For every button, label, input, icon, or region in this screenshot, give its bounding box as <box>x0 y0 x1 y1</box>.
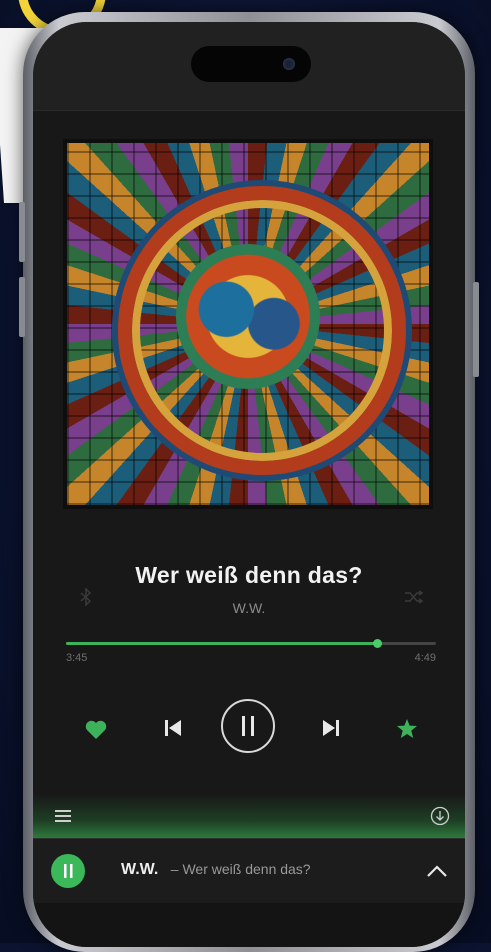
play-pause-button[interactable] <box>221 699 275 753</box>
download-icon[interactable] <box>429 805 451 827</box>
mini-play-pause-button[interactable] <box>51 854 85 888</box>
album-art <box>63 139 433 509</box>
skip-next-icon[interactable] <box>316 713 346 743</box>
progress-fill <box>66 642 377 645</box>
player-screen: Wer weiß denn das? W.W. 3:45 4:49 <box>33 22 465 947</box>
heart-icon[interactable] <box>81 715 111 745</box>
mini-player[interactable]: W.W. – Wer weiß denn das? <box>33 838 465 903</box>
mini-player-title: – Wer weiß denn das? <box>171 861 311 877</box>
total-duration: 4:49 <box>415 652 436 664</box>
volume-down-button <box>19 277 25 337</box>
track-artist: W.W. <box>33 600 465 616</box>
mini-player-artist: W.W. <box>121 861 158 878</box>
progress-handle[interactable] <box>373 639 382 648</box>
menu-icon[interactable] <box>53 806 73 826</box>
track-title: Wer weiß denn das? <box>33 562 465 589</box>
elapsed-time: 3:45 <box>66 652 87 664</box>
power-button <box>473 282 479 377</box>
progress-bar[interactable] <box>66 642 436 645</box>
skip-previous-icon[interactable] <box>158 713 188 743</box>
dynamic-island <box>191 46 311 82</box>
pause-icon <box>239 714 257 738</box>
home-indicator-area <box>33 903 465 947</box>
queue-bar <box>33 794 465 838</box>
chevron-up-icon[interactable] <box>425 859 449 883</box>
mini-player-track-info: W.W. – Wer weiß denn das? <box>121 861 311 879</box>
pause-icon <box>51 854 85 888</box>
volume-up-button <box>19 202 25 262</box>
album-artwork-image <box>67 143 429 505</box>
phone-frame: Wer weiß denn das? W.W. 3:45 4:49 <box>23 12 475 952</box>
camera-icon <box>283 58 295 70</box>
star-icon[interactable] <box>392 713 422 743</box>
